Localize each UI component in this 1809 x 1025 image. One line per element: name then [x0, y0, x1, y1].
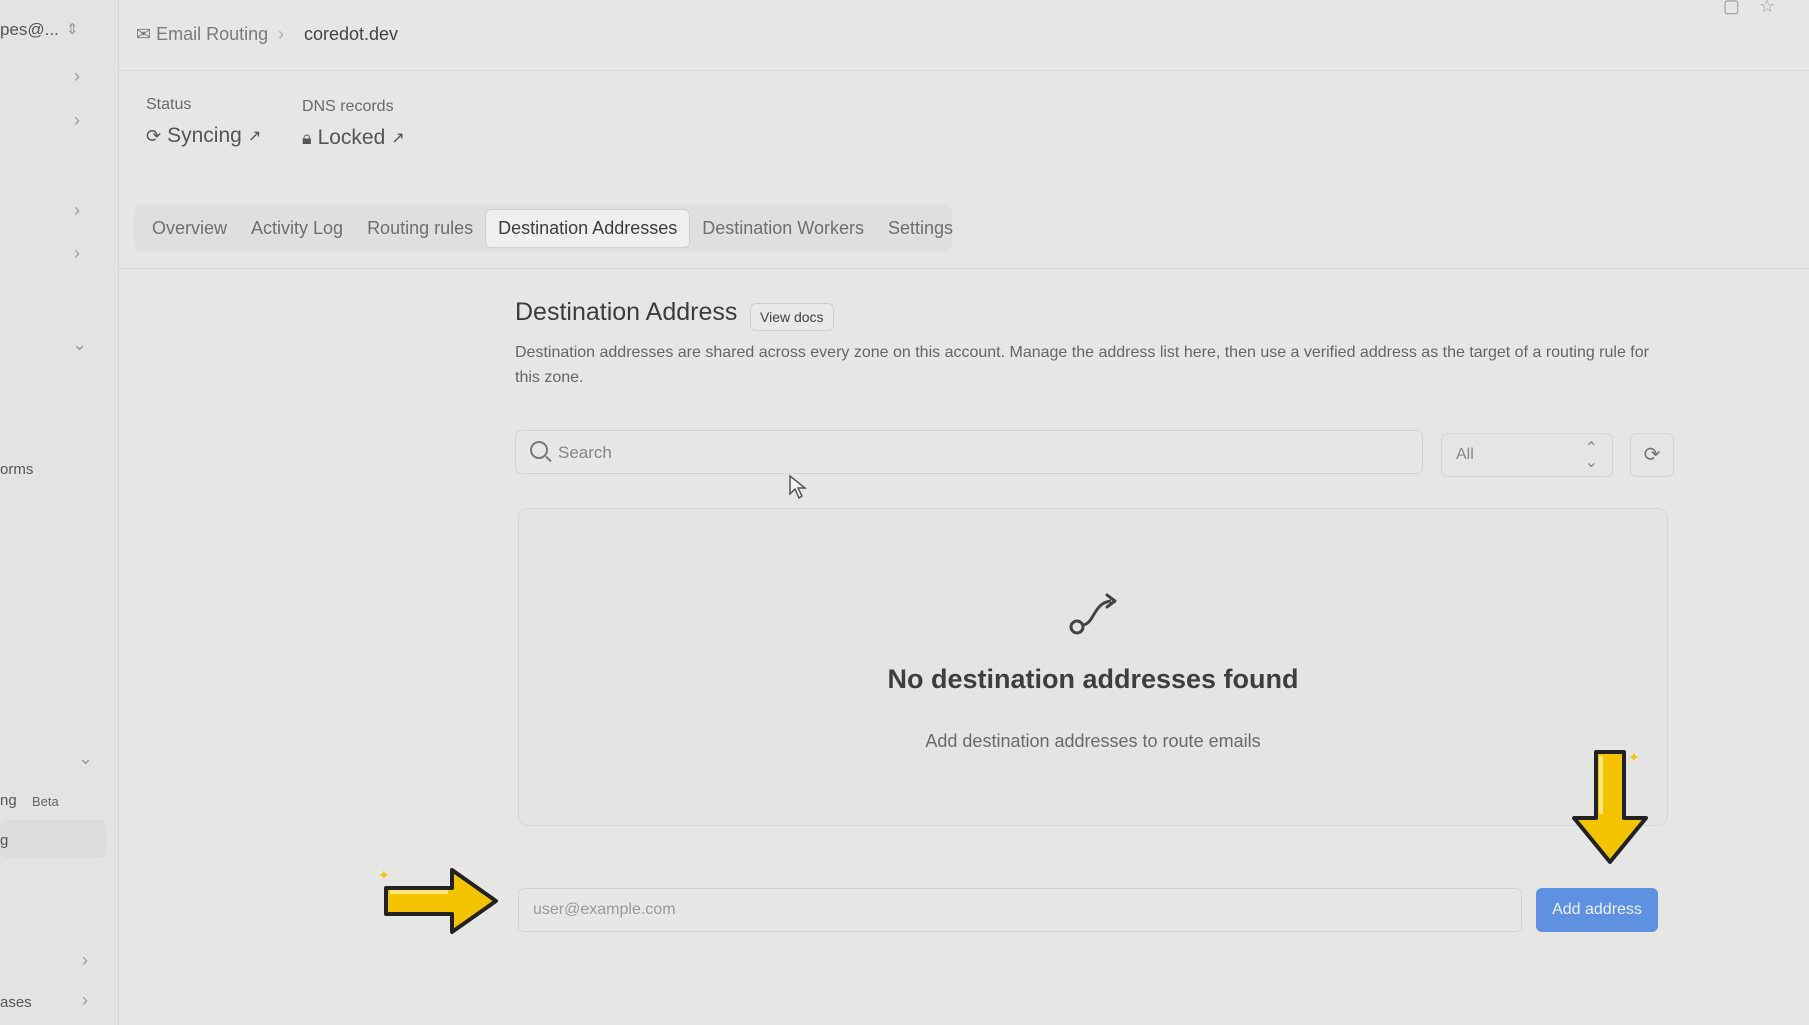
tab-destination-workers[interactable]: Destination Workers [690, 210, 876, 247]
updown-chevron-icon[interactable]: ⇕ [66, 20, 79, 38]
status-group: Status ⟳ Syncing ↗ [146, 96, 261, 148]
sidebar-item-label[interactable]: g [0, 832, 8, 849]
add-address-button[interactable]: Add address [1536, 888, 1658, 932]
filter-value: All [1456, 446, 1474, 463]
tab-settings[interactable]: Settings [876, 210, 965, 247]
annotation-arrow-right-icon: ✦ [378, 868, 498, 934]
chevron-right-icon[interactable]: › [82, 990, 88, 1011]
empty-state-subtitle: Add destination addresses to route email… [925, 731, 1261, 751]
dns-link[interactable]: 🔒︎ Locked ↗ [302, 126, 405, 150]
tab-bar: Overview Activity Log Routing rules Dest… [134, 204, 953, 252]
sidebar-item-forms[interactable]: orms [0, 461, 33, 478]
chevron-right-icon[interactable]: › [74, 66, 80, 87]
svg-text:✦: ✦ [378, 868, 390, 884]
sidebar: pes@... ⇕ › › › › ⌄ orms ⌄ ng Beta g › a… [0, 0, 119, 1025]
tab-routing-rules[interactable]: Routing rules [355, 210, 485, 247]
empty-state: No destination addresses found Add desti… [518, 508, 1668, 826]
email-field[interactable] [518, 888, 1522, 932]
refresh-button[interactable]: ⟳ [1630, 433, 1674, 477]
sync-icon: ⟳ [146, 125, 162, 146]
tab-overview[interactable]: Overview [140, 210, 239, 247]
page-title: Destination Address [515, 298, 738, 326]
chevron-right-icon[interactable]: › [74, 243, 80, 264]
search-field[interactable] [515, 430, 1423, 474]
external-link-icon: ↗ [247, 128, 262, 145]
dns-label: DNS records [302, 98, 394, 115]
sidebar-item-label[interactable]: ases [0, 994, 32, 1011]
star-icon[interactable]: ☆ [1759, 0, 1775, 16]
annotation-arrow-down-icon: ✦ [1572, 750, 1648, 864]
sidebar-item-active[interactable] [0, 820, 106, 858]
search-input[interactable] [556, 439, 1400, 467]
mail-icon: ✉ [136, 24, 152, 44]
dns-group: DNS records 🔒︎ Locked ↗ [302, 98, 405, 150]
browser-icons: ▢ ☆ [1723, 0, 1775, 17]
chevron-down-icon[interactable]: ⌄ [78, 748, 93, 769]
breadcrumb: ✉ Email Routing › coredot.dev ▢ ☆ [118, 0, 1809, 71]
updown-chevron-icon: ⌃ ⌄ [1584, 440, 1598, 471]
external-link-icon: ↗ [391, 130, 405, 147]
divider [118, 268, 1809, 269]
breadcrumb-email-routing[interactable]: ✉ Email Routing [136, 24, 268, 45]
sidebar-item-label[interactable]: ng [0, 792, 17, 809]
refresh-icon: ⟳ [1643, 444, 1661, 466]
chevron-right-icon[interactable]: › [74, 110, 80, 131]
chevron-right-icon[interactable]: › [74, 200, 80, 221]
tab-destination-addresses[interactable]: Destination Addresses [485, 208, 691, 248]
empty-state-title: No destination addresses found [887, 664, 1299, 694]
breadcrumb-current: coredot.dev [304, 24, 399, 44]
mouse-cursor-icon [789, 474, 808, 500]
lock-icon: 🔒︎ [302, 127, 312, 148]
view-docs-button[interactable]: View docs [750, 303, 834, 331]
route-icon [1069, 593, 1117, 635]
status-label: Status [146, 96, 192, 113]
chevron-down-icon[interactable]: ⌄ [72, 334, 87, 355]
filter-select[interactable]: All ⌃ ⌄ [1441, 433, 1613, 477]
search-icon [530, 441, 548, 459]
section-description: Destination addresses are shared across … [515, 344, 1649, 386]
status-link[interactable]: ⟳ Syncing ↗ [146, 124, 261, 148]
tab-activity-log[interactable]: Activity Log [239, 210, 355, 247]
beta-badge: Beta [32, 794, 59, 809]
chevron-right-icon[interactable]: › [82, 950, 88, 971]
breadcrumb-separator-icon: › [278, 24, 284, 44]
account-switcher[interactable]: pes@... [0, 20, 59, 40]
svg-text:✦: ✦ [1628, 750, 1640, 766]
extension-icon[interactable]: ▢ [1723, 0, 1740, 16]
